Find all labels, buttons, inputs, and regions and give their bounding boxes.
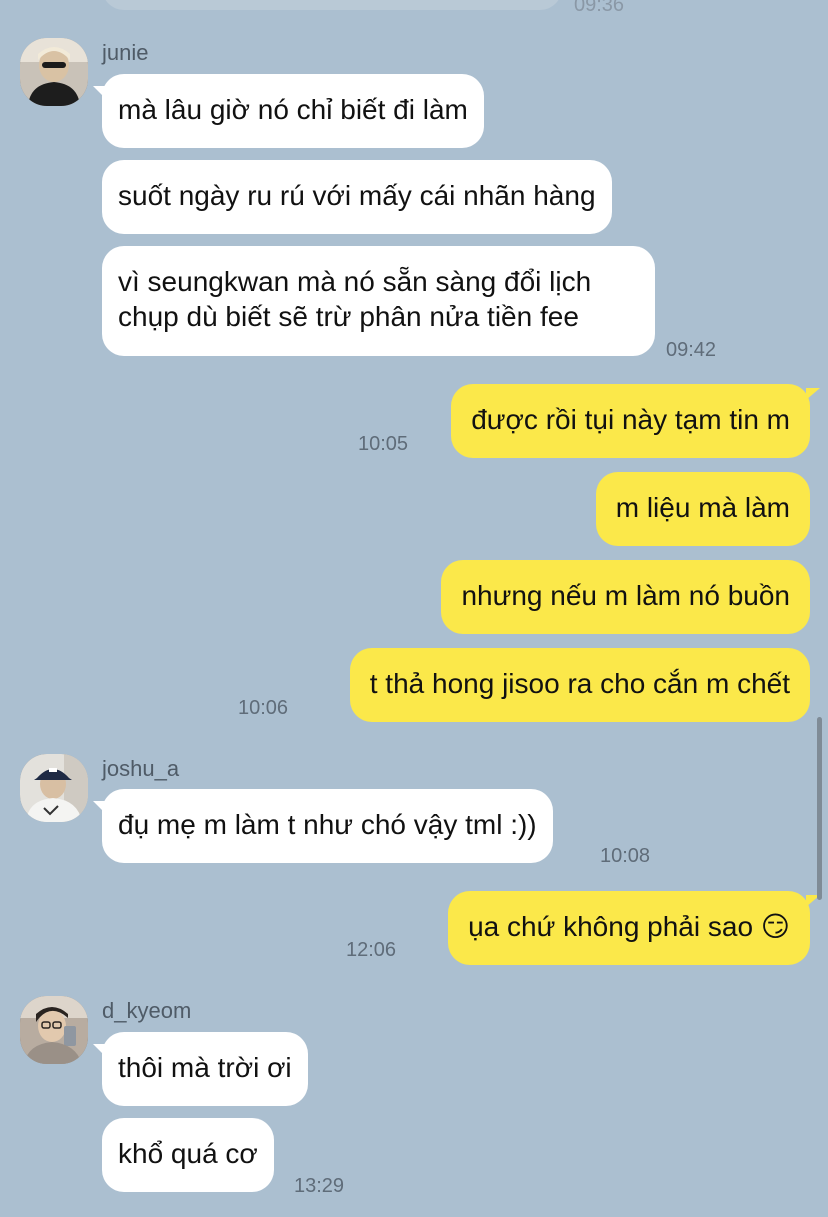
message-time: 09:42 [666, 339, 717, 361]
sender-name: joshu_a [102, 756, 180, 781]
chat-view[interactable]: 09:36 junie mà lâu giờ nó chỉ biết đi là… [0, 0, 828, 1217]
avatar-photo-icon [20, 38, 88, 106]
scrollbar[interactable] [817, 717, 822, 900]
my-message-bubble[interactable]: t thả hong jisoo ra cho cắn m chết [349, 648, 810, 722]
sender-name: junie [102, 40, 149, 65]
avatar-photo-icon [20, 754, 88, 822]
message-bubble[interactable]: khổ quá cơ [102, 1118, 274, 1192]
my-message-bubble[interactable]: được rồi tụi này tạm tin m [451, 384, 820, 458]
message-bubble[interactable]: thôi mà trời ơi [93, 1032, 308, 1106]
message-time: 13:29 [294, 1175, 345, 1197]
message-time: 10:05 [358, 433, 409, 455]
avatar-joshu_a[interactable] [20, 754, 88, 822]
message-bubble[interactable]: đụ mẹ m làm t như chó vậy tml :)) [93, 789, 553, 863]
sender-name: d_kyeom [102, 998, 192, 1023]
avatar-junie[interactable] [20, 38, 88, 106]
avatar-photo-icon [20, 996, 88, 1064]
message-bubble[interactable]: vì seungkwan mà nó sẵn sàng đổi lịch chụ… [102, 246, 655, 356]
message-bubble[interactable]: suốt ngày ru rú với mấy cái nhãn hàng [102, 160, 612, 234]
my-message-bubble[interactable]: ụa chứ không phải sao 😏 [448, 891, 820, 965]
message-bubble[interactable]: mà lâu giờ nó chỉ biết đi làm [93, 74, 484, 148]
my-message-bubble[interactable]: m liệu mà làm [595, 472, 810, 546]
message-time: 12:06 [346, 939, 397, 961]
message-time: 09:36 [574, 0, 625, 16]
message-time: 10:06 [238, 697, 289, 719]
message-time: 10:08 [600, 845, 651, 867]
previous-message-bubble[interactable] [102, 0, 562, 10]
avatar-d_kyeom[interactable] [20, 996, 88, 1064]
my-message-bubble[interactable]: nhưng nếu m làm nó buồn [441, 560, 810, 634]
